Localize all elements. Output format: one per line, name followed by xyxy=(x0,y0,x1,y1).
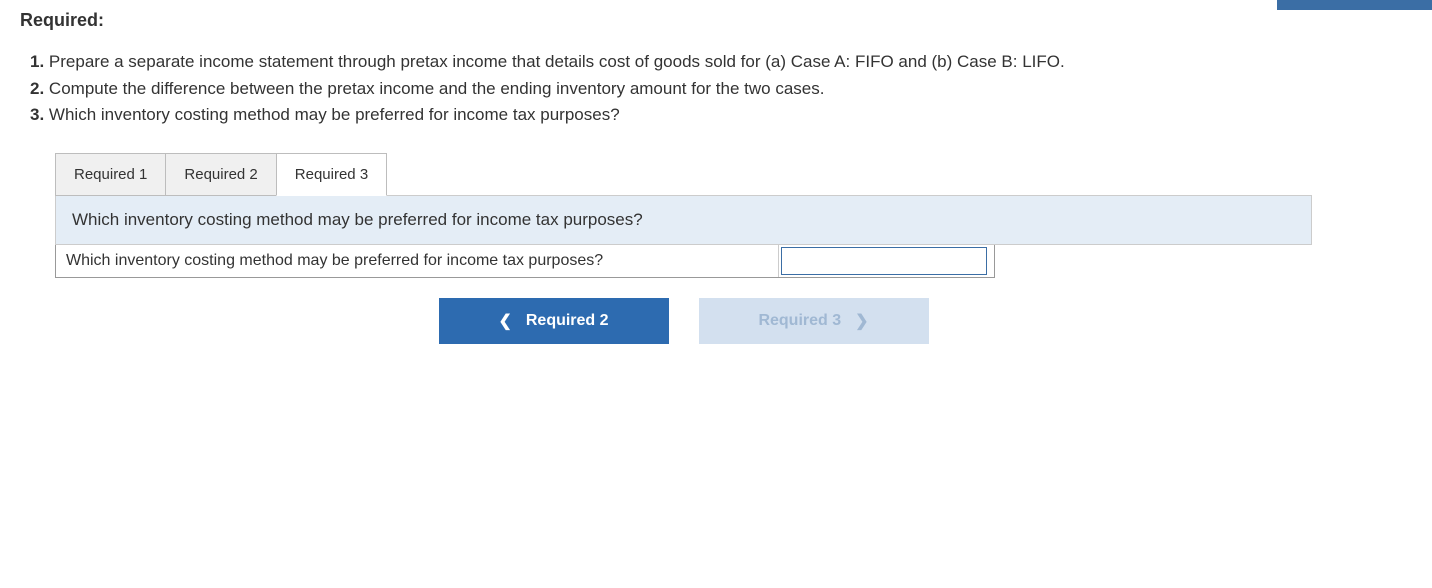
question-banner: Which inventory costing method may be pr… xyxy=(55,195,1312,245)
requirement-text: Prepare a separate income statement thro… xyxy=(49,52,1065,71)
tab-area: Required 1 Required 2 Required 3 Which i… xyxy=(55,153,1312,344)
tab-required-3[interactable]: Required 3 xyxy=(276,153,387,196)
next-button-label: Required 3 xyxy=(758,312,841,330)
requirement-number: 1. xyxy=(30,52,44,71)
answer-input-cell xyxy=(779,245,989,277)
prev-button-label: Required 2 xyxy=(526,312,609,330)
chevron-left-icon: ❮ xyxy=(498,311,511,331)
corner-accent xyxy=(1277,0,1432,10)
requirement-number: 2. xyxy=(30,79,44,98)
answer-input[interactable] xyxy=(781,247,987,275)
tab-required-2[interactable]: Required 2 xyxy=(165,153,276,196)
required-heading: Required: xyxy=(20,10,1412,31)
requirement-item: 2. Compute the difference between the pr… xyxy=(30,76,1412,102)
requirements-list: 1. Prepare a separate income statement t… xyxy=(20,49,1412,128)
requirement-item: 3. Which inventory costing method may be… xyxy=(30,102,1412,128)
answer-row: Which inventory costing method may be pr… xyxy=(55,245,995,278)
chevron-right-icon: ❯ xyxy=(855,311,868,331)
next-button: Required 3 ❯ xyxy=(699,298,929,344)
tab-required-1[interactable]: Required 1 xyxy=(55,153,166,196)
requirement-text: Which inventory costing method may be pr… xyxy=(49,105,620,124)
requirement-text: Compute the difference between the preta… xyxy=(49,79,825,98)
tabs-row: Required 1 Required 2 Required 3 xyxy=(55,153,1312,196)
nav-buttons: ❮ Required 2 Required 3 ❯ xyxy=(55,298,1312,344)
main-container: Required: 1. Prepare a separate income s… xyxy=(0,0,1432,364)
answer-label: Which inventory costing method may be pr… xyxy=(56,245,779,277)
requirement-item: 1. Prepare a separate income statement t… xyxy=(30,49,1412,75)
requirement-number: 3. xyxy=(30,105,44,124)
prev-button[interactable]: ❮ Required 2 xyxy=(439,298,669,344)
